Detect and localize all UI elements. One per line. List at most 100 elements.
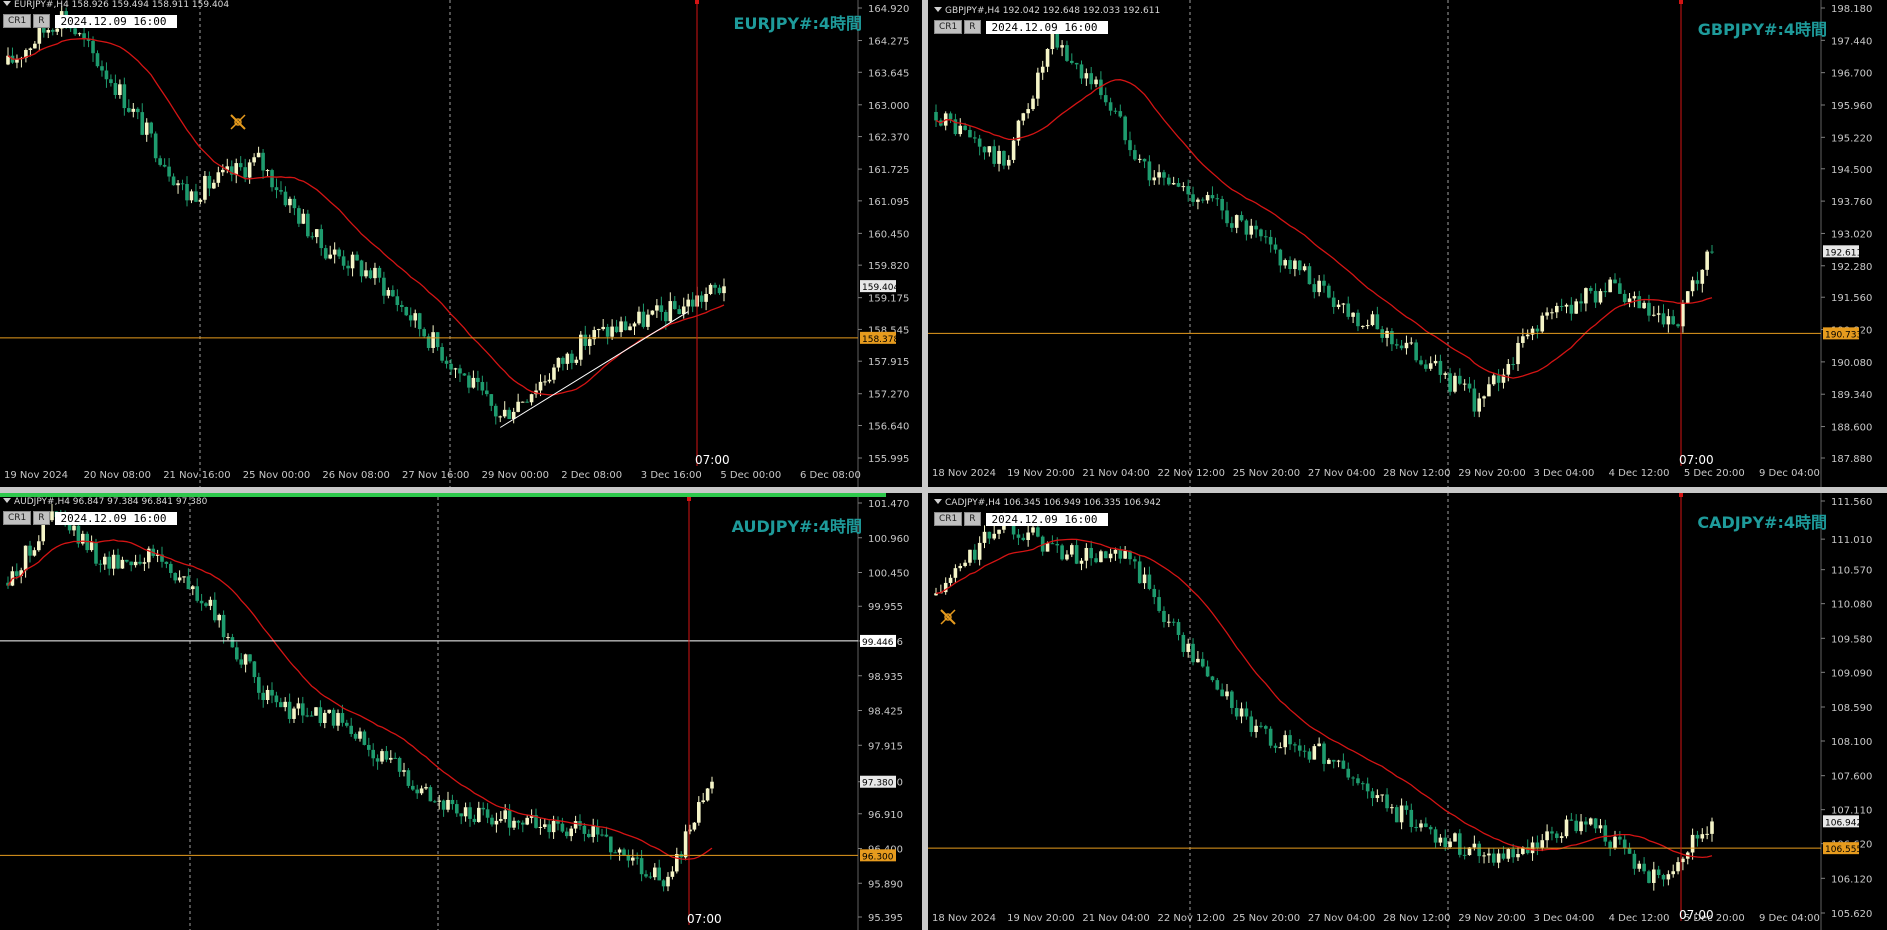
candle-body [23,545,28,571]
candle-body [587,339,592,346]
candle-body [1656,869,1661,876]
candle-body [1026,109,1030,114]
time-tick-label: 25 Nov 20:00 [1233,468,1300,479]
candle-body [252,157,256,163]
candle-body [270,689,274,696]
candle-body [973,549,977,560]
candle-body [1409,809,1414,827]
candle-body [992,146,996,164]
candle-body [37,541,41,551]
candle-body [632,323,637,327]
candle-body [565,831,569,837]
candle-body [1031,527,1035,533]
r-badge[interactable]: R [33,14,50,28]
collapse-arrow-icon[interactable] [934,7,942,12]
cr1-badge[interactable]: CR1 [3,14,32,28]
candle-body [1297,260,1302,271]
candle-body [1613,836,1617,849]
candle-body [1249,716,1254,733]
candle-body [1414,826,1418,828]
collapse-arrow-icon[interactable] [3,498,11,503]
chart-panel-gbpjpy[interactable]: 198.180 197.440 196.700 195.960 195.220 194.5… [928,0,1887,487]
chart-cadjpy[interactable]: 111.560 111.010 110.570 110.080 109.580 109.0… [928,493,1887,930]
candle-body [297,208,301,224]
candle-body [595,826,600,835]
candle-body [1210,195,1215,199]
chart-eurjpy[interactable]: 164.920 164.275 163.645 163.000 162.370 161.7… [0,0,922,487]
candle-body [1453,833,1457,842]
price-tick-label: 108.590 [1831,703,1872,714]
price-tick-label: 107.110 [1831,806,1872,817]
candle-body [605,326,610,337]
candle-body [216,172,221,183]
price-tick-label: 155.995 [868,454,909,465]
candle-body [1079,64,1084,79]
candle-body [1559,305,1564,307]
cr1-badge[interactable]: CR1 [934,512,963,526]
price-tick-label: 164.275 [868,37,909,48]
candle-body [177,577,182,581]
symbol-header[interactable]: AUDJPY#,H4 96.847 97.384 96.841 97.380 [3,497,207,507]
candle-body [135,108,140,113]
candle-body [507,409,511,419]
candle-body [314,229,319,238]
candle-body [1690,834,1695,853]
candle-body [1297,745,1302,751]
candle-body [221,169,225,173]
candle-body [1210,676,1215,681]
chart-panel-eurjpy[interactable]: 164.920 164.275 163.645 163.000 162.370 161.7… [0,0,922,487]
chart-panel-cadjpy[interactable]: 111.560 111.010 110.570 110.080 109.580 109.0… [928,493,1887,930]
r-badge[interactable]: R [33,511,50,525]
price-tick-label: 105.620 [1831,909,1872,920]
collapse-arrow-icon[interactable] [934,499,942,504]
symbol-header[interactable]: GBPJPY#,H4 192.042 192.648 192.033 192.6… [934,6,1160,16]
candle-body [704,293,708,302]
cr1-badge[interactable]: CR1 [3,511,32,525]
candle-body [1603,291,1608,293]
r-badge[interactable]: R [964,512,981,526]
candle-body [226,637,230,639]
price-tick-label: 97.915 [868,741,903,752]
price-tick-label: 163.645 [868,68,909,79]
time-marker-label: 07:00 [687,912,722,926]
candle-body [657,867,661,881]
candle-body [1491,853,1496,863]
time-tick-label: 5 Dec 00:00 [720,470,781,481]
candle-body [323,712,327,723]
candle-body [977,138,982,147]
price-tick-label: 95.395 [868,913,903,924]
candle-body [109,79,113,84]
datetime-label: 2024.12.09 16:00 [985,512,1108,526]
candle-body [596,329,601,331]
symbol-header[interactable]: CADJPY#,H4 106.345 106.949 106.335 106.9… [934,498,1161,508]
r-badge[interactable]: R [964,20,981,34]
chart-panel-audjpy[interactable]: 101.470 100.960 100.450 99.955 99.446 98.935 9… [0,497,922,930]
candle-body [310,236,315,238]
candle-body [1036,527,1040,537]
candle-body [1361,783,1365,785]
chart-audjpy[interactable]: 101.470 100.960 100.450 99.955 99.446 98.935 9… [0,497,922,930]
candle-body [1705,251,1709,270]
candle-body [1506,364,1511,375]
symbol-header[interactable]: EURJPY#,H4 158.926 159.494 158.911 159.4… [3,0,229,10]
price-tick-label: 195.220 [1831,133,1872,144]
price-tick-label: 159.175 [868,294,909,305]
candle-body [402,770,406,772]
candle-body [622,849,626,856]
candle-body [525,401,529,403]
candle-body [547,824,551,833]
collapse-arrow-icon[interactable] [3,1,11,6]
candle-body [340,713,345,723]
candle-body [628,326,632,331]
vertical-splitter[interactable] [922,0,928,930]
candle-body [213,599,217,621]
chart-gbpjpy[interactable]: 198.180 197.440 196.700 195.960 195.220 194.5… [928,0,1887,487]
candle-body [1288,735,1292,745]
candle-body [194,191,198,202]
candle-body [1569,819,1574,821]
cr1-badge[interactable]: CR1 [934,20,963,34]
candle-body [477,807,481,822]
candle-body [1186,186,1190,195]
candle-body [191,586,195,590]
candle-body [331,709,336,726]
